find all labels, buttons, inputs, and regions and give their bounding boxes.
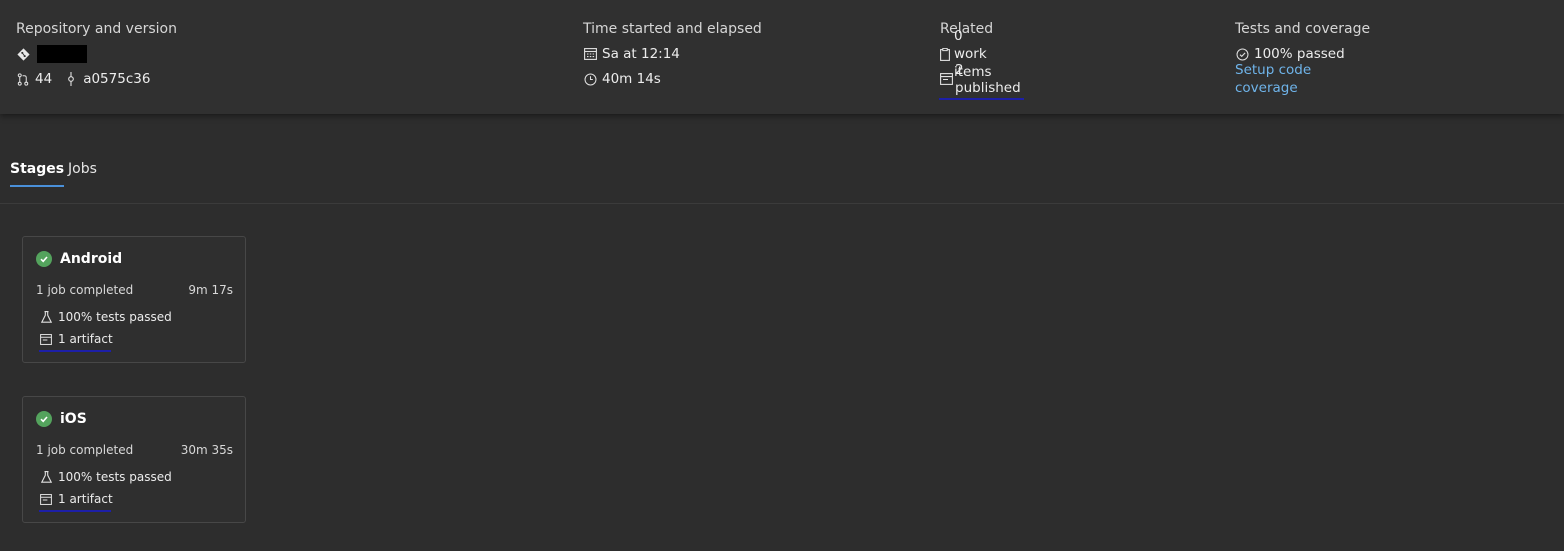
stage-tests-text[interactable]: 100% tests passed [58,470,172,484]
tests-title: Tests and coverage [1235,21,1371,37]
stage-duration: 30m 35s [180,443,233,457]
flask-icon [40,311,52,323]
success-check-icon [36,251,52,267]
stage-artifacts-link[interactable]: 1 artifact [58,492,113,506]
flask-icon [40,471,52,483]
stage-artifacts-row[interactable]: 1 artifact [40,492,113,506]
pull-request-icon [16,72,30,86]
stage-duration: 9m 17s [188,283,233,297]
check-circle-icon [1235,47,1249,61]
stage-artifacts-link[interactable]: 1 artifact [58,332,113,346]
stage-job-status: 1 job completed [36,443,134,457]
published-artifacts-link[interactable]: 2 published [939,61,1024,100]
redacted-repository-name [37,45,87,63]
clock-icon [583,72,597,86]
stage-header: Android [36,251,122,267]
success-check-icon [36,411,52,427]
stage-tests-row[interactable]: 100% tests passed [40,310,172,324]
coverage-row: Setup code coverage [1235,62,1370,96]
start-time: Sa at 12:14 [602,46,680,62]
stage-tests-text[interactable]: 100% tests passed [58,310,172,324]
repository-row [16,45,87,63]
run-summary-panel: Repository and version 44 a0575c36 Time … [0,0,1564,114]
tab-jobs[interactable]: Jobs [68,160,97,178]
calendar-icon [583,47,597,61]
artifact-icon [40,333,52,345]
elapsed-time: 40m 14s [602,71,661,87]
work-item-icon [940,47,950,61]
started-row: Sa at 12:14 [583,45,680,63]
artifact-icon [940,72,953,86]
stage-header: iOS [36,411,87,427]
repository-section: Repository and version 44 a0575c36 [16,20,177,87]
tests-section: Tests and coverage 100% passed Setup cod… [1235,20,1371,96]
stage-job-status: 1 job completed [36,283,134,297]
repository-title: Repository and version [16,21,177,37]
stage-name: Android [60,251,123,267]
annotation-underline [39,510,111,512]
tab-stages[interactable]: Stages [10,160,65,187]
stage-card-android[interactable]: Android 1 job completed 9m 17s 100% test… [22,236,246,363]
stage-name: iOS [60,411,87,427]
version-row: 44 a0575c36 [16,70,150,88]
time-section: Time started and elapsed Sa at 12:14 40m… [583,20,762,87]
time-title: Time started and elapsed [583,21,762,37]
pull-request-number[interactable]: 44 [35,70,52,88]
annotation-underline [39,350,111,352]
git-repo-icon [16,47,30,61]
stage-tests-row[interactable]: 100% tests passed [40,470,172,484]
related-section: Related 0 work items 2 published [939,20,1024,100]
setup-code-coverage-link[interactable]: Setup code coverage [1235,61,1370,97]
stage-card-ios[interactable]: iOS 1 job completed 30m 35s 100% tests p… [22,396,246,523]
elapsed-row: 40m 14s [583,70,661,88]
tabs-bar: Stages Jobs [0,130,1564,204]
commit-icon [64,72,78,86]
published-row[interactable]: 2 published [939,62,1024,100]
stage-artifacts-row[interactable]: 1 artifact [40,332,113,346]
commit-hash[interactable]: a0575c36 [83,70,150,88]
artifact-icon [40,493,52,505]
